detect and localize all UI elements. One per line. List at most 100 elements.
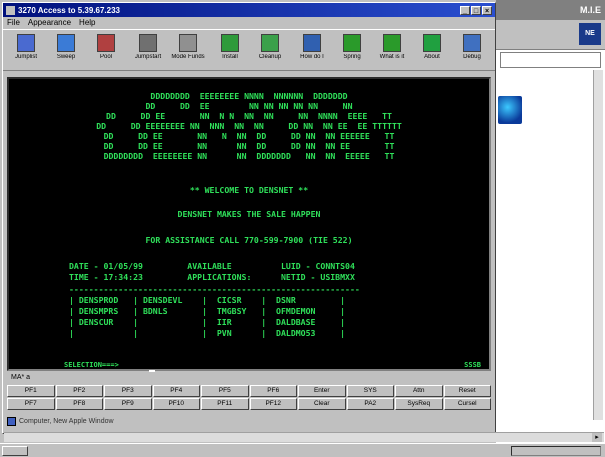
pf-key-pa2[interactable]: PA2 xyxy=(346,398,394,410)
toolbar-button[interactable]: Mode Funds xyxy=(169,32,207,70)
toolbar-button[interactable]: How do I xyxy=(293,32,331,70)
background-scrollbar[interactable] xyxy=(593,70,603,420)
toolbar-button-label: What is it xyxy=(379,54,405,60)
menu-appearance[interactable]: Appearance xyxy=(28,18,71,28)
title-bar[interactable]: 3270 Access to 5.39.67.233 _ □ × xyxy=(3,3,495,17)
taskbar xyxy=(0,443,605,457)
printer-icon xyxy=(139,34,157,52)
date-line: DATE - 01/05/99 AVAILABLE LUID - CONNTS0… xyxy=(69,261,355,271)
toolbar-button[interactable]: Install xyxy=(211,32,249,70)
background-window-title: M.I.E xyxy=(496,0,605,20)
scroll-right-arrow-icon[interactable]: ▸ xyxy=(592,433,602,442)
banner-line: DDDDDDDD EEEEEEEE NNNN NNNNNN DDDDDDD xyxy=(150,91,348,101)
terminal-cursor xyxy=(149,370,155,372)
app-icon xyxy=(6,5,15,15)
assistance-text: FOR ASSISTANCE CALL 770-599-7900 (TIE 52… xyxy=(145,235,353,245)
spring-icon xyxy=(343,34,361,52)
toolbar-button-label: Jumplist xyxy=(14,54,37,60)
horizontal-scrollbar[interactable]: ▸ xyxy=(4,432,604,442)
application-row: | | | PVN | DALDMO53 | xyxy=(69,328,346,338)
time-line: TIME - 17:34:23 APPLICATIONS: NETID - US… xyxy=(69,272,355,282)
what-icon xyxy=(383,34,401,52)
pf-key-pf2[interactable]: PF2 xyxy=(55,385,103,397)
pf-key-pf9[interactable]: PF9 xyxy=(104,398,152,410)
pf-key-pf12[interactable]: PF12 xyxy=(249,398,297,410)
banner-line: DD DD EEEEEEEE NN NNN NN NN DD NN NN EE … xyxy=(96,121,402,131)
divider-line: ----------------------------------------… xyxy=(69,284,360,294)
banner-line: DD DD EE NN N N NN NN NN NNNN EEEE TT xyxy=(106,111,392,121)
toolbar-button-label: Jumpstart xyxy=(134,54,162,60)
toolbar-button[interactable]: Cleanup xyxy=(251,32,289,70)
welcome-text: ** WELCOME TO DENSNET ** xyxy=(189,185,309,195)
pf-key-pf7[interactable]: PF7 xyxy=(7,398,55,410)
toolbar-button[interactable]: Sweep xyxy=(47,32,85,70)
toolbar-button-label: Spring xyxy=(343,54,361,60)
application-row: | DENSMPRS | BDNLS | TMGBSY | OFMDEMON | xyxy=(69,306,346,316)
toolbar-button[interactable]: Spring xyxy=(333,32,371,70)
background-window[interactable]: M.I.E NE xyxy=(496,0,605,457)
pf-key-reset[interactable]: Reset xyxy=(443,385,491,397)
install-icon xyxy=(221,34,239,52)
toolbar-button-label: Mode Funds xyxy=(171,54,205,60)
debug-icon xyxy=(463,34,481,52)
pf-key-cursel[interactable]: Cursel xyxy=(443,398,491,410)
terminal-status-code: SSSB xyxy=(464,361,481,369)
background-toolbar: NE xyxy=(496,20,605,50)
pf-key-sysreq[interactable]: SysReq xyxy=(395,398,443,410)
pf-key-attn[interactable]: Attn xyxy=(395,385,443,397)
pf-key-pf6[interactable]: PF6 xyxy=(249,385,297,397)
brand-logo: NE xyxy=(579,23,601,45)
system-tray xyxy=(511,446,601,456)
window-title: 3270 Access to 5.39.67.233 xyxy=(18,5,121,15)
pool-icon xyxy=(97,34,115,52)
banner-line: DD DD EE NN NN DD DD NN NN EE TT xyxy=(103,141,395,151)
pf-key-panel: PF1 PF2 PF3 PF4 PF5 PF6 Enter SYS Attn Reset PF7 PF… xyxy=(7,385,491,410)
status-text: Computer, New Apple Window xyxy=(19,417,114,425)
toolbar-button-label: Debug xyxy=(463,54,481,60)
close-button[interactable]: × xyxy=(482,5,492,15)
maximize-button[interactable]: □ xyxy=(471,5,481,15)
toolbar-button-label: Sweep xyxy=(56,54,76,60)
menu-file[interactable]: File xyxy=(7,18,20,28)
menu-bar: File Appearance Help xyxy=(3,17,495,29)
minimize-button[interactable]: _ xyxy=(460,5,470,15)
toolbar-button-label: Install xyxy=(222,54,238,60)
start-button[interactable] xyxy=(2,446,28,456)
pf-key-pf5[interactable]: PF5 xyxy=(201,385,249,397)
toolbar-button-label: Cleanup xyxy=(258,54,282,60)
pf-key-pf8[interactable]: PF8 xyxy=(55,398,103,410)
banner-line: DD DD EE NN NN NN NN NN NN xyxy=(145,101,353,111)
application-row: | DENSPROD | DENSDEVL | CICSR | DSNR | xyxy=(69,295,346,305)
toolbar-button[interactable]: What is it xyxy=(373,32,411,70)
menu-help[interactable]: Help xyxy=(79,18,95,28)
pf-key-pf10[interactable]: PF10 xyxy=(152,398,200,410)
pf-key-pf11[interactable]: PF11 xyxy=(201,398,249,410)
toolbar-button[interactable]: About xyxy=(413,32,451,70)
pf-key-pf4[interactable]: PF4 xyxy=(152,385,200,397)
cleanup-icon xyxy=(261,34,279,52)
toolbar-button[interactable]: Pool xyxy=(87,32,125,70)
pf-key-pf1[interactable]: PF1 xyxy=(7,385,55,397)
background-address-bar[interactable] xyxy=(500,52,601,68)
mode-icon xyxy=(179,34,197,52)
about-icon xyxy=(423,34,441,52)
pf-key-pf3[interactable]: PF3 xyxy=(104,385,152,397)
operator-info-area: MA* a xyxy=(11,374,31,381)
pf-key-sys[interactable]: SYS xyxy=(346,385,394,397)
selection-prompt[interactable]: SELECTION===> xyxy=(64,361,119,369)
toolbar-button[interactable]: Debug xyxy=(453,32,491,70)
slogan-text: DENSNET MAKES THE SALE HAPPEN xyxy=(177,209,321,219)
pf-key-enter[interactable]: Enter xyxy=(298,385,346,397)
monitor-icon xyxy=(303,34,321,52)
emulator-window: 3270 Access to 5.39.67.233 _ □ × File Ap… xyxy=(2,2,496,434)
pf-key-clear[interactable]: Clear xyxy=(298,398,346,410)
toolbar-button[interactable]: Jumpstart xyxy=(129,32,167,70)
toolbar-button[interactable]: Jumplist xyxy=(7,32,45,70)
terminal-screen[interactable]: DDDDDDDD EEEEEEEE NNNN NNNNNN DDDDDDD DD… xyxy=(7,77,491,372)
boat-icon xyxy=(57,34,75,52)
toolbar-button-label: Pool xyxy=(99,54,112,60)
status-bar: Computer, New Apple Window xyxy=(7,415,491,427)
globe-icon xyxy=(498,96,522,124)
application-row: | DENSCUR | | IIR | DALDBASE | xyxy=(69,317,346,327)
toolbar-button-label: About xyxy=(424,54,440,60)
